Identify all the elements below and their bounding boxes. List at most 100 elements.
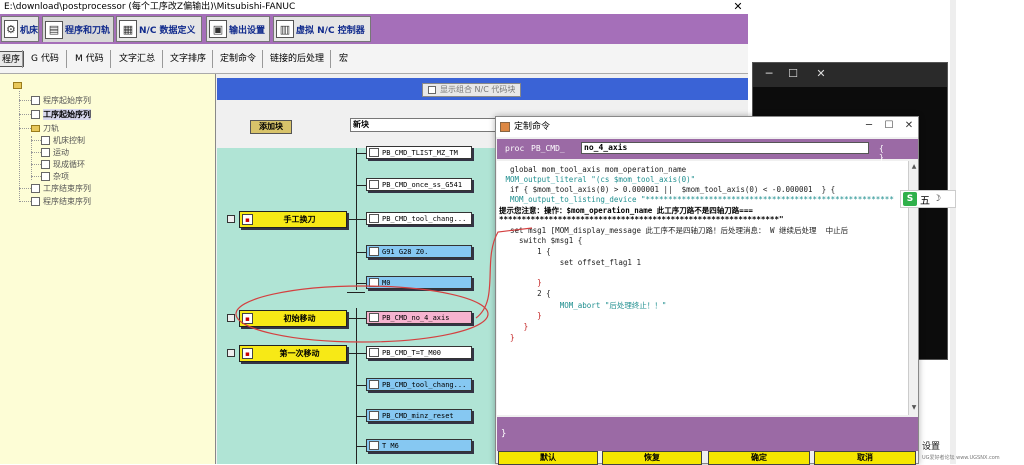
command-icon xyxy=(369,411,379,420)
new-block-field[interactable]: 新块 xyxy=(350,118,510,132)
event-manual-tool-change[interactable]: ▪ 手工换刀 xyxy=(239,211,347,228)
tab-label: 输出设置 xyxy=(229,25,266,36)
scroll-up-icon[interactable]: ▲ xyxy=(910,163,918,171)
code-line: set msg1 [MOM_display_message 此工序不是四轴刀路！… xyxy=(501,226,849,235)
block-icon xyxy=(369,441,379,450)
cancel-button[interactable]: 取消 xyxy=(814,451,916,465)
tree-item-label: 现成循环 xyxy=(53,160,85,169)
subtab-custom-command[interactable]: 定制命令 xyxy=(217,51,259,67)
tree-item-misc[interactable]: 杂项 xyxy=(41,171,69,182)
ime-toolbar[interactable]: S 五 ☽ xyxy=(900,190,956,208)
close-icon[interactable]: ✕ xyxy=(813,67,829,80)
sequence-icon xyxy=(31,197,40,206)
divider xyxy=(66,50,67,68)
tree-item-toolpath[interactable]: 刀轨 xyxy=(31,123,59,134)
window-title: E:\download\postprocessor (每个工序改Z偏输出)\Mi… xyxy=(0,0,748,14)
command-block[interactable]: PB_CMD_TLIST_MZ_TM xyxy=(366,146,472,159)
command-label: M0 xyxy=(382,278,391,287)
tab-program-toolpath[interactable]: ▤ 程序和刀轨 xyxy=(42,16,114,42)
tab-virtual-controller[interactable]: ▥ 虚拟 N/C 控制器 xyxy=(273,16,371,42)
tree-item-operation-end[interactable]: 工序结束序列 xyxy=(31,183,91,194)
code-line: ****************************************… xyxy=(499,215,784,224)
code-line: MOM_abort "后处理终止！！" xyxy=(501,301,667,310)
nc-block[interactable]: G91 G28 Z0. xyxy=(366,245,472,258)
command-icon xyxy=(369,348,379,357)
command-label: PB_CMD_TLIST_MZ_TM xyxy=(382,148,458,157)
close-icon[interactable]: ✕ xyxy=(730,0,746,14)
collapse-toggle[interactable] xyxy=(227,215,235,223)
subtab-linked-posts[interactable]: 链接的后处理 xyxy=(267,51,327,67)
command-name-input[interactable]: no_4_axis xyxy=(581,142,869,154)
code-line: switch $msg1 { xyxy=(501,236,583,245)
command-label: PB_CMD_T=T_M00 xyxy=(382,348,442,357)
event-initial-move[interactable]: ▪ 初始移动 xyxy=(239,310,347,327)
tab-nc-data[interactable]: ▦ N/C 数据定义 xyxy=(116,16,202,42)
settings-label[interactable]: 设置 xyxy=(922,439,940,452)
subtab-macro[interactable]: 宏 xyxy=(336,51,351,67)
code-line: 2 { xyxy=(501,289,551,298)
default-button[interactable]: 默认 xyxy=(498,451,598,465)
command-block-selected[interactable]: PB_CMD_no_4_axis xyxy=(366,311,472,324)
command-label: T M6 xyxy=(382,441,399,450)
collapse-toggle[interactable] xyxy=(227,349,235,357)
tree-item-label: 机床控制 xyxy=(53,136,85,145)
command-icon xyxy=(369,180,379,189)
sequence-icon xyxy=(31,184,40,193)
tab-machine[interactable]: ⚙ 机床 xyxy=(1,16,39,42)
maximize-icon[interactable]: ☐ xyxy=(785,67,801,80)
minimize-icon[interactable]: ─ xyxy=(862,119,876,133)
proc-header: proc PB_CMD_ no_4_axis { } xyxy=(497,139,918,162)
close-icon[interactable]: ✕ xyxy=(902,119,916,133)
command-block[interactable]: PB_CMD_tool_chang... xyxy=(366,212,472,225)
nc-block[interactable]: T M6 xyxy=(366,439,472,452)
tree-item-canned-cycles[interactable]: 现成循环 xyxy=(41,159,85,170)
command-icon xyxy=(369,380,379,389)
subtab-word-summary[interactable]: 文字汇总 xyxy=(116,51,158,67)
show-combined-checkbox[interactable]: 显示组合 N/C 代码块 xyxy=(422,83,522,97)
add-block-button[interactable]: 添加块 xyxy=(250,120,292,134)
dialog-app-icon xyxy=(500,122,510,132)
ime-logo-icon: S xyxy=(903,192,917,206)
sub-toolbar: 程序 G 代码 M 代码 文字汇总 文字排序 定制命令 链接的后处理 宏 xyxy=(0,44,748,74)
code-editor[interactable]: global mom_tool_axis mom_operation_name … xyxy=(497,161,908,415)
nc-block[interactable]: M0 xyxy=(366,276,472,289)
ok-button[interactable]: 确定 xyxy=(708,451,810,465)
code-line: } xyxy=(501,278,542,287)
maximize-icon[interactable]: ☐ xyxy=(882,119,896,133)
tree-item-label: 运动 xyxy=(53,148,69,157)
collapse-toggle[interactable] xyxy=(227,314,235,322)
subtab-word-sequence[interactable]: 文字排序 xyxy=(167,51,209,67)
block-icon xyxy=(369,278,379,287)
event-label: 初始移动 xyxy=(283,314,316,323)
tree-item-label: 工序起始序列 xyxy=(43,109,91,120)
subtab-m-code[interactable]: M 代码 xyxy=(72,51,107,67)
code-line: } xyxy=(501,311,542,320)
virtual-controller-icon: ▥ xyxy=(276,20,294,38)
main-tab-bar: ⚙ 机床 ▤ 程序和刀轨 ▦ N/C 数据定义 ▣ 输出设置 ▥ 虚拟 N/C … xyxy=(0,14,748,44)
subtab-g-code[interactable]: G 代码 xyxy=(28,51,62,67)
command-block[interactable]: PB_CMD_tool_chang... xyxy=(366,378,472,391)
minimize-icon[interactable]: ─ xyxy=(761,67,777,80)
scroll-down-icon[interactable]: ▼ xyxy=(910,404,918,412)
command-block[interactable]: PB_CMD_T=T_M00 xyxy=(366,346,472,359)
tree-item-machine-control[interactable]: 机床控制 xyxy=(41,135,85,146)
tree-item-label: 工序结束序列 xyxy=(43,184,91,193)
command-block[interactable]: PB_CMD_once_ss_G541 xyxy=(366,178,472,191)
tree-item-operation-start[interactable]: 工序起始序列 xyxy=(31,109,91,120)
ime-mode-indicator: 五 xyxy=(920,195,930,207)
command-block[interactable]: PB_CMD_minz_reset xyxy=(366,409,472,422)
subtab-program[interactable]: 程序 xyxy=(0,51,25,67)
event-label: 手工换刀 xyxy=(283,215,316,224)
event-first-move[interactable]: ▪ 第一次移动 xyxy=(239,345,347,362)
tree-item-program-end[interactable]: 程序结束序列 xyxy=(31,196,91,207)
tab-output-settings[interactable]: ▣ 输出设置 xyxy=(206,16,270,42)
watermark: UG爱好者论坛 www.UGSNX.com xyxy=(922,455,1000,461)
tree-item-motion[interactable]: 运动 xyxy=(41,147,69,158)
restore-button[interactable]: 恢复 xyxy=(602,451,702,465)
command-label: G91 G28 Z0. xyxy=(382,247,429,256)
tree-root[interactable] xyxy=(13,82,22,89)
tree-item-program-start[interactable]: 程序起始序列 xyxy=(31,95,91,106)
folder-icon xyxy=(13,82,22,89)
cycle-icon xyxy=(41,160,50,169)
program-tree: 程序起始序列 工序起始序列 刀轨 机床控制 运动 现成循环 杂项 工序结束序列 xyxy=(0,74,216,464)
